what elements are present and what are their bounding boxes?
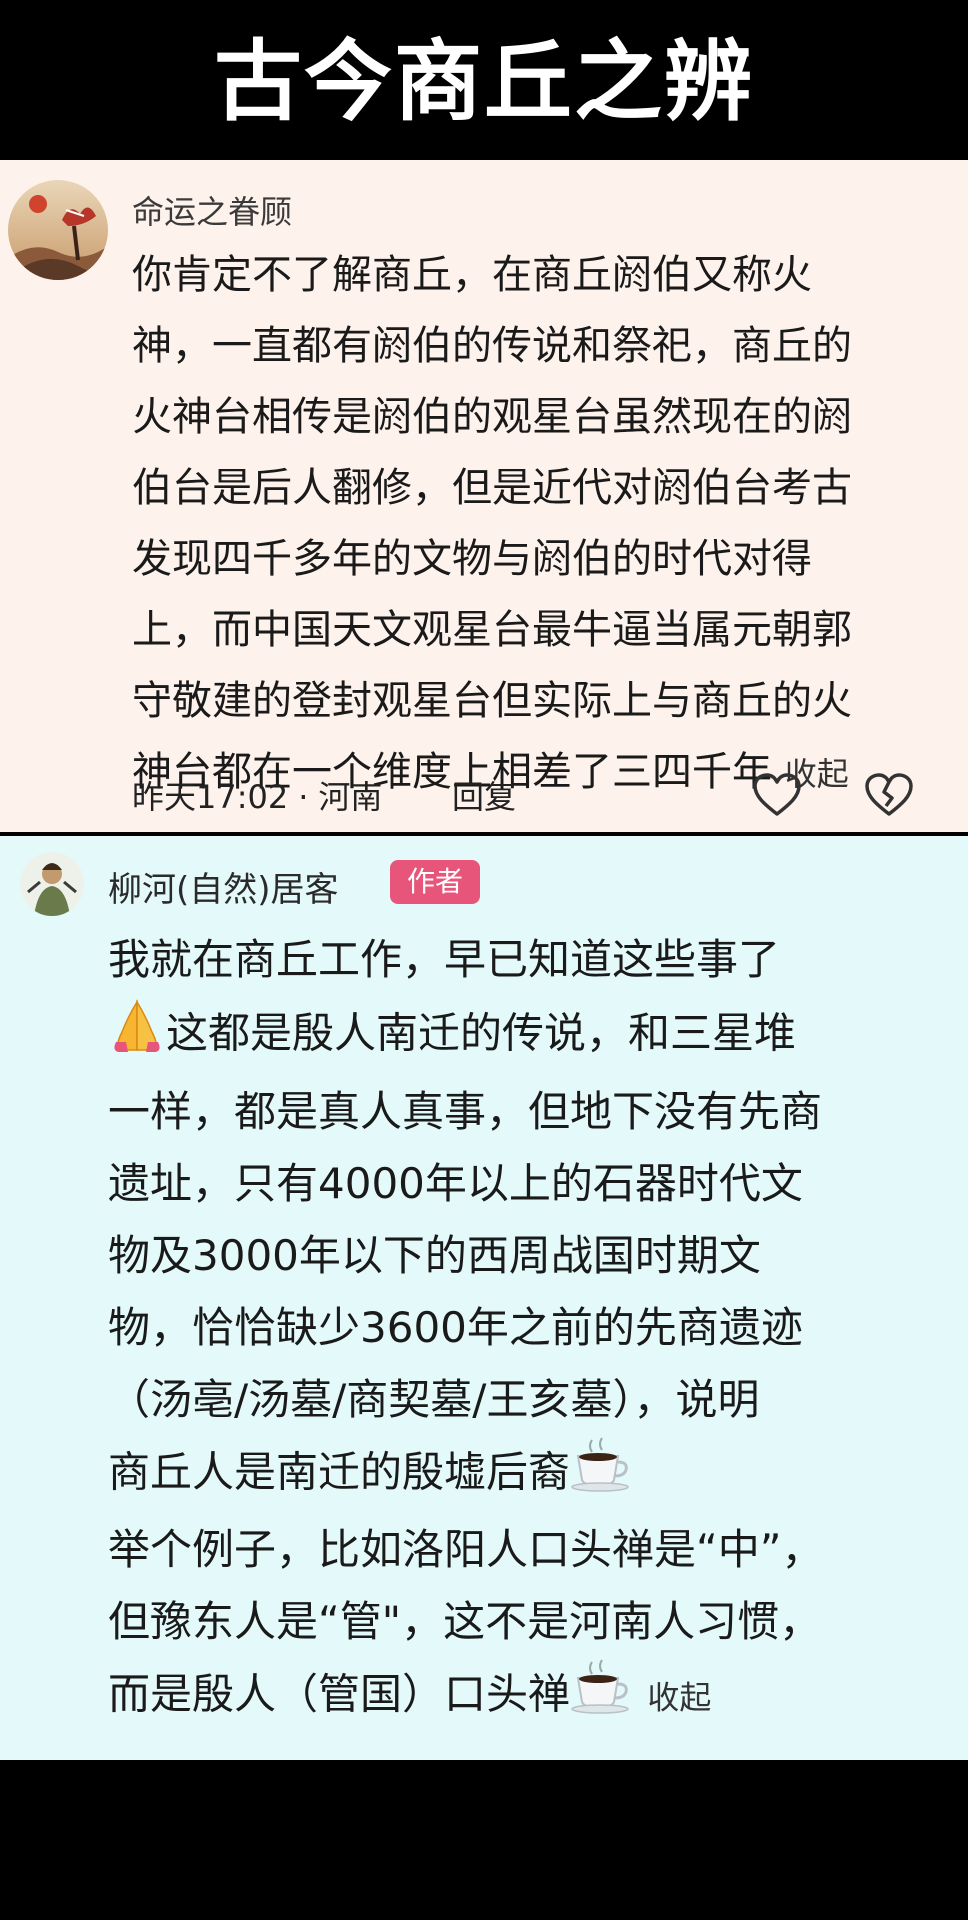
comment-line: 上，而中国天文观星台最牛逼当属元朝郭 [132, 607, 852, 653]
comment-line: 物，恰恰缺少3600年之前的先商遗迹 [108, 1303, 803, 1352]
hot-beverage-icon [570, 1658, 634, 1736]
comment-line: 守敬建的登封观星台但实际上与商丘的火 [132, 678, 852, 724]
comment-body: 你肯定不了解商丘，在商丘阏伯又称火 神，一直都有阏伯的传说和祭祀，商丘的 火神台… [132, 240, 902, 810]
hot-beverage-icon [570, 1436, 634, 1514]
comment-line-last: 而是殷人（管国）口头禅 收起 [108, 1658, 920, 1736]
comment-line-with-emoji: 商丘人是南迁的殷墟后裔 [108, 1436, 920, 1514]
heart-icon[interactable] [752, 772, 802, 818]
comment-time: 昨天17:02 [132, 778, 289, 816]
reply-button[interactable]: 回复 [452, 772, 516, 818]
comment-line: 神，一直都有阏伯的传说和祭祀，商丘的 [132, 323, 852, 369]
comment-line: 但豫东人是“管"，这不是河南人习惯， [108, 1597, 822, 1646]
meta-separator: · [298, 778, 309, 816]
title-bar: 古今商丘之辨 [0, 0, 968, 160]
avatar[interactable] [8, 180, 108, 280]
comment-line: 这都是殷人南迁的传说，和三星堆 [166, 1008, 797, 1058]
page-title: 古今商丘之辨 [213, 30, 754, 133]
comment-meta: 昨天17:02 · 河南 [132, 772, 382, 818]
comment-line: 遗址，只有4000年以上的石器时代文 [108, 1159, 803, 1208]
comment-body: 我就在商丘工作，早已知道这些事了 这都是殷人南迁的传说，和三星堆 一样，都是真人… [108, 924, 920, 1736]
broken-heart-icon[interactable] [864, 772, 914, 818]
comment-username[interactable]: 命运之眷顾 [132, 187, 292, 233]
comment-username[interactable]: 柳河(自然)居客 [108, 862, 339, 911]
comment-line: 物及3000年以下的西周战国时期文 [108, 1231, 761, 1280]
comment-line: 我就在商丘工作，早已知道这些事了 [108, 935, 781, 984]
comment-line: 而是殷人（管国）口头禅 [108, 1669, 571, 1719]
avatar[interactable] [20, 852, 84, 916]
comment-line: 举个例子，比如洛阳人口头禅是“中”， [108, 1525, 824, 1574]
comment-line: 一样，都是真人真事，但地下没有先商 [108, 1087, 823, 1136]
folded-hands-icon [108, 996, 166, 1076]
author-badge: 作者 [390, 860, 480, 904]
comment-line-with-emoji: 这都是殷人南迁的传说，和三星堆 [108, 996, 920, 1076]
collapse-link[interactable]: 收起 [647, 1679, 711, 1717]
comment-line: 你肯定不了解商丘，在商丘阏伯又称火 [132, 252, 812, 298]
comment-line: 伯台是后人翻修，但是近代对阏伯台考古 [132, 465, 852, 511]
comment-line: （汤亳/汤墓/商契墓/王亥墓），说明 [108, 1375, 760, 1424]
comment-line: 火神台相传是阏伯的观星台虽然现在的阏 [132, 394, 852, 440]
comment-line: 发现四千多年的文物与阏伯的时代对得 [132, 536, 812, 582]
comment-location: 河南 [318, 778, 383, 816]
comment-line: 商丘人是南迁的殷墟后裔 [108, 1447, 571, 1497]
